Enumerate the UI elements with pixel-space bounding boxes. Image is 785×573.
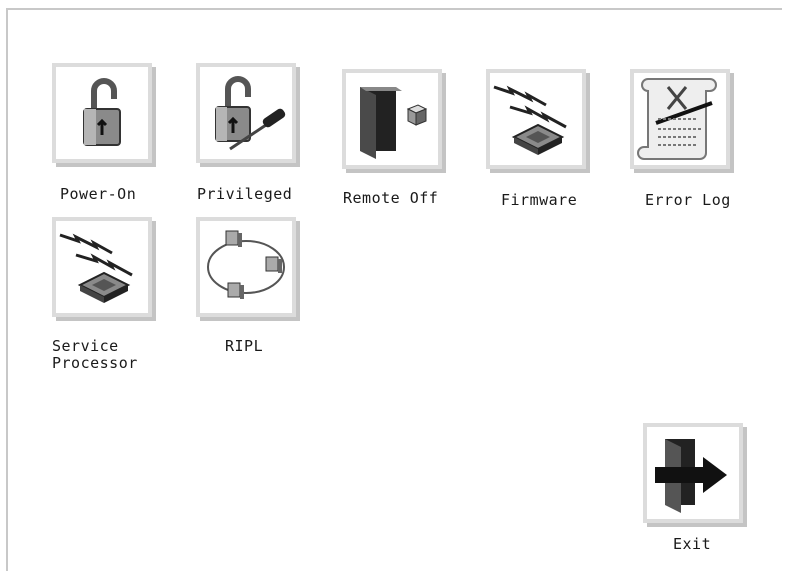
- firmware-label: Firmware: [501, 191, 578, 209]
- remote-off-label: Remote Off: [343, 189, 439, 207]
- privileged-button[interactable]: [196, 63, 296, 163]
- service-processor-button[interactable]: [52, 217, 152, 317]
- exit-button[interactable]: [643, 423, 743, 523]
- exit-label: Exit: [673, 535, 712, 553]
- error-log-button[interactable]: [630, 69, 730, 169]
- scroll-document-icon: [637, 78, 717, 160]
- service-processor-label-line2: Processor: [52, 354, 138, 372]
- door-icon: [360, 87, 428, 159]
- chip-lightning-icon: [493, 85, 567, 155]
- service-processor-label-line1: Service: [52, 337, 119, 355]
- padlock-screwdriver-icon: [215, 76, 286, 151]
- power-on-label: Power-On: [60, 185, 137, 203]
- chip-lightning-icon: [59, 233, 133, 303]
- door-exit-arrow-icon: [655, 439, 727, 513]
- error-log-label: Error Log: [645, 191, 731, 209]
- privileged-label: Privileged: [197, 185, 293, 203]
- padlock-icon: [83, 78, 121, 146]
- ripl-button[interactable]: [196, 217, 296, 317]
- power-on-button[interactable]: [52, 63, 152, 163]
- ripl-label: RIPL: [225, 337, 264, 355]
- network-ring-icon: [207, 230, 285, 299]
- firmware-button[interactable]: [486, 69, 586, 169]
- remote-off-button[interactable]: [342, 69, 442, 169]
